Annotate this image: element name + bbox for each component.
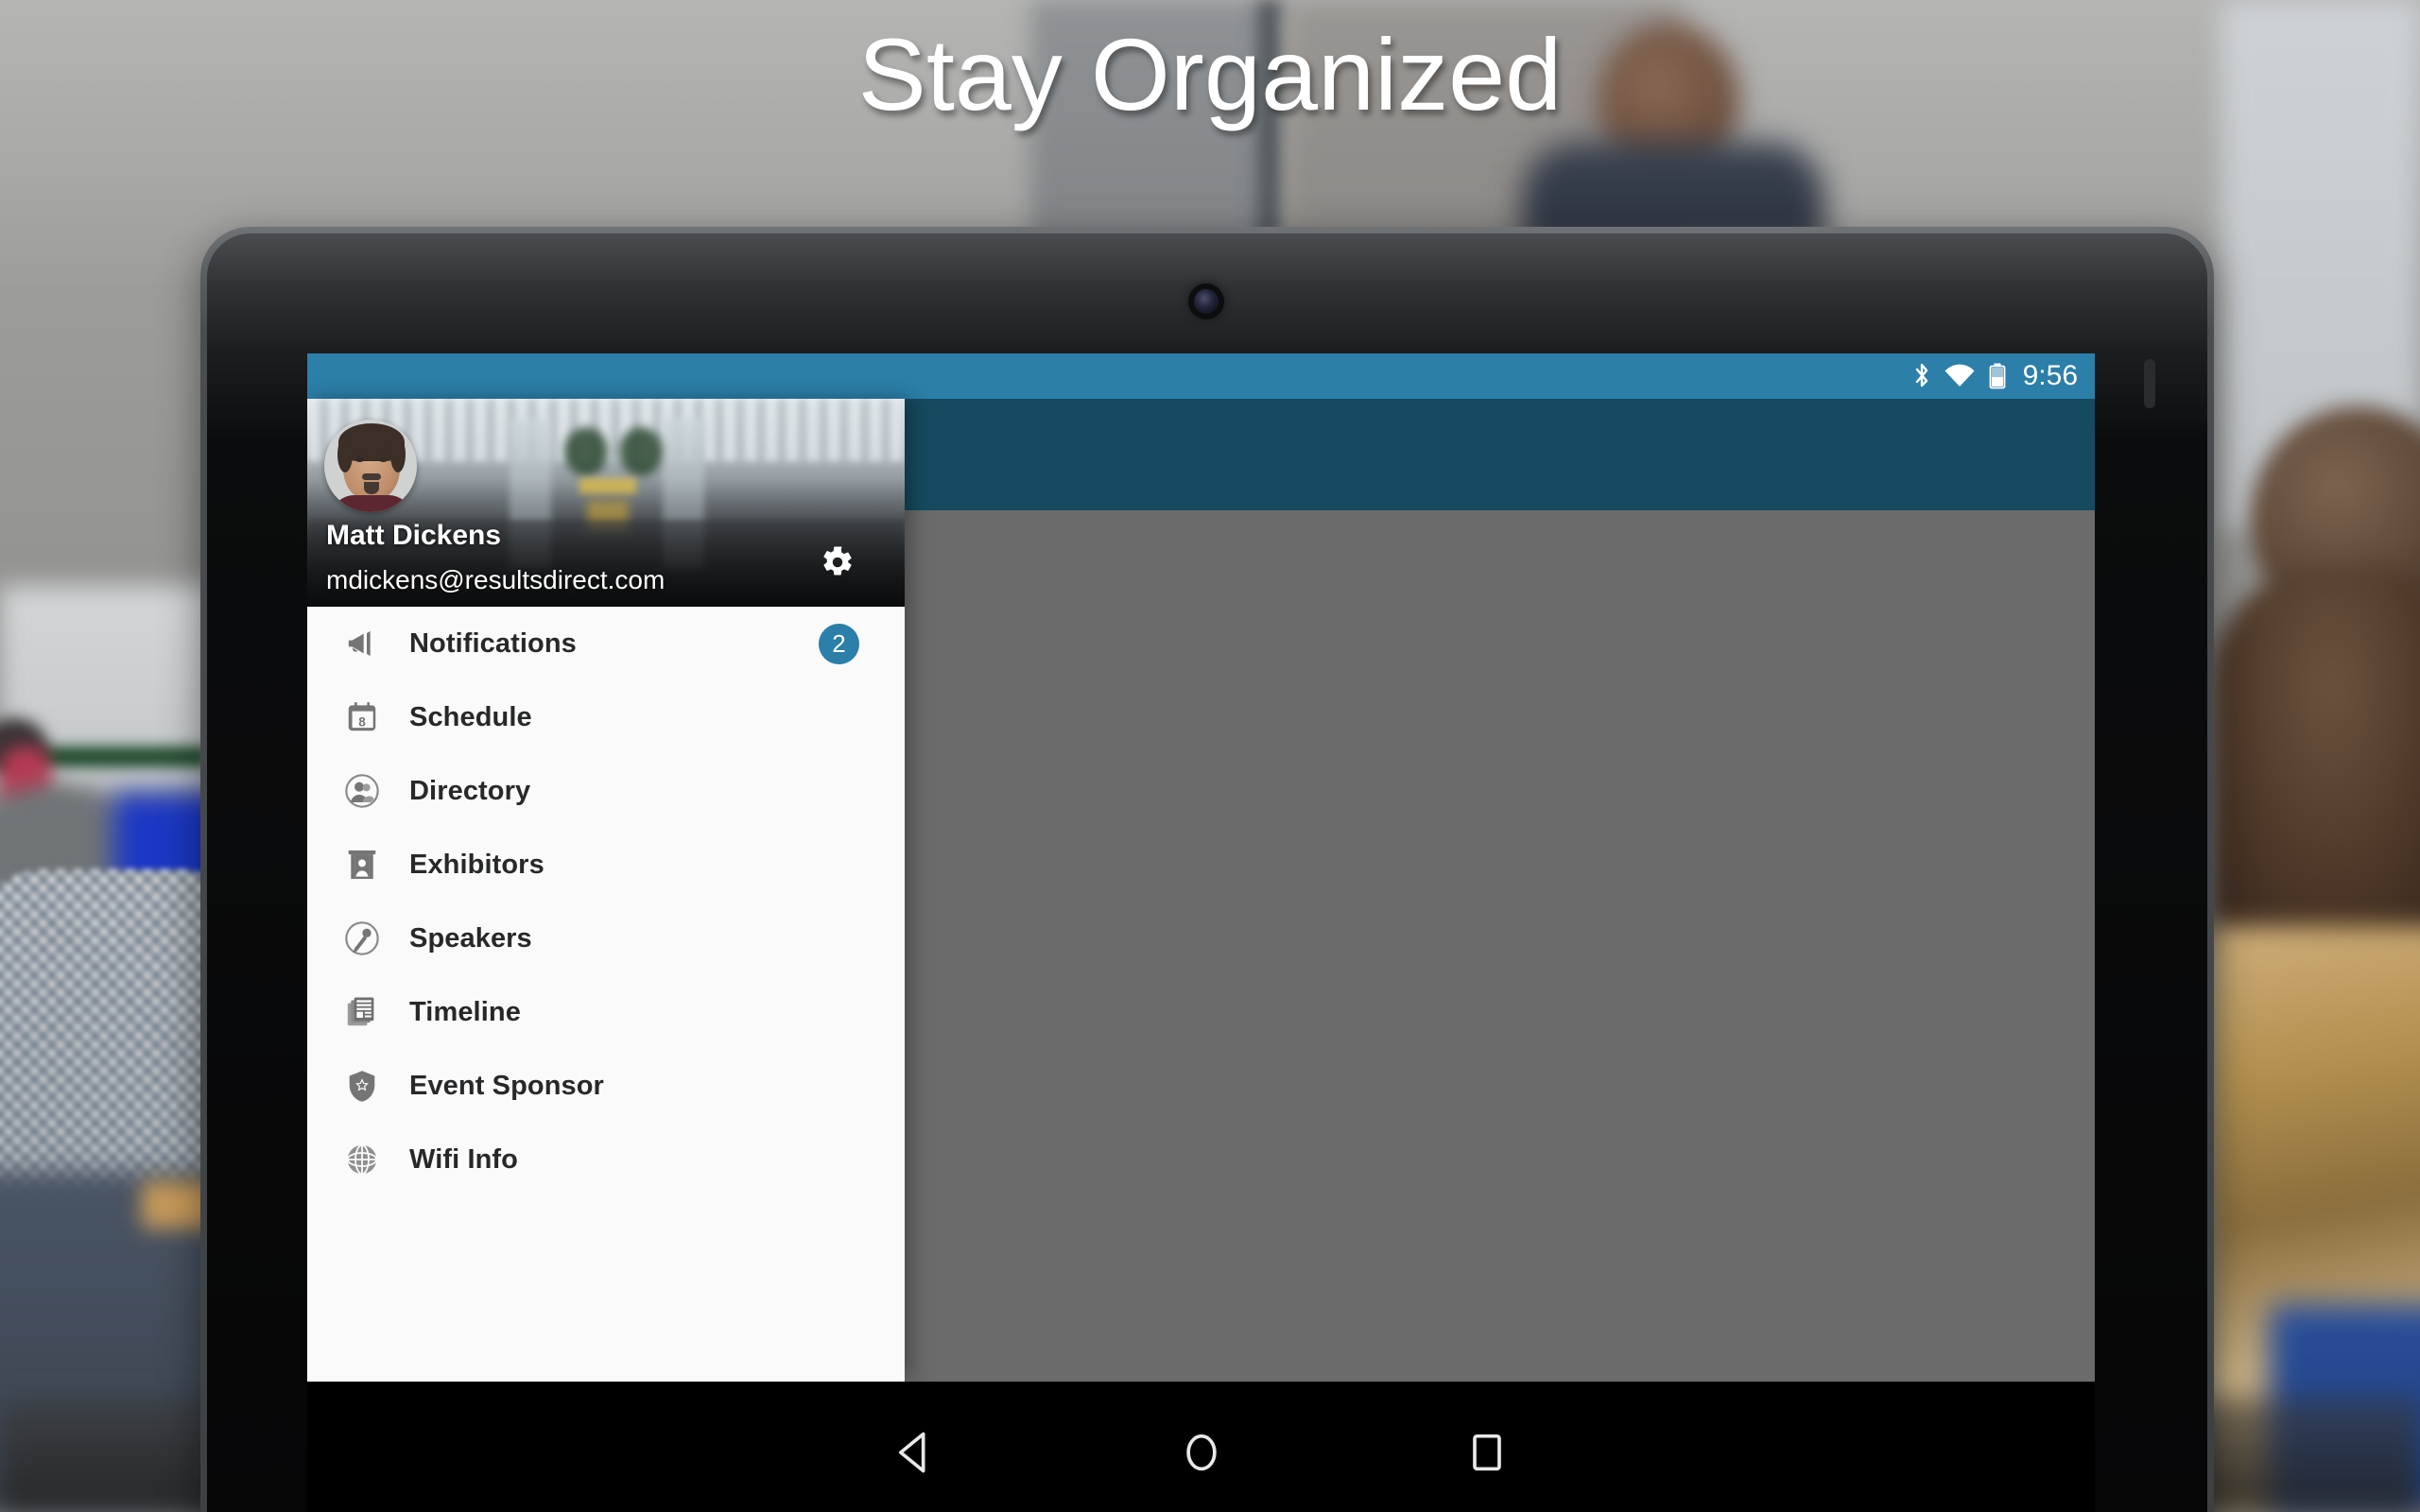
drawer-item-label: Directory (409, 775, 531, 806)
globe-icon (341, 1139, 383, 1180)
recents-square-icon[interactable] (1446, 1412, 1528, 1493)
status-bar-clock: 9:56 (2022, 360, 2078, 391)
avatar-hair-right (390, 437, 406, 472)
front-camera-icon (1194, 289, 1219, 314)
drawer-item-exhibitors[interactable]: Exhibitors (307, 828, 905, 902)
avatar-brow-right (377, 452, 389, 455)
drawer-item-label: Notifications (409, 627, 577, 659)
avatar-goatee (364, 482, 379, 494)
avatar-eye-right (379, 457, 388, 462)
wifi-icon (1944, 364, 1976, 388)
drawer-item-label: Speakers (409, 922, 532, 954)
calendar-icon: 8 (341, 696, 383, 738)
avatar-eye-left (355, 457, 364, 462)
drawer-item-speakers[interactable]: Speakers (307, 902, 905, 975)
bluetooth-icon (1912, 362, 1931, 390)
home-circle-icon[interactable] (1161, 1412, 1242, 1493)
profile-name: Matt Dickens (326, 520, 502, 551)
device-screen: rence 9:56 (307, 353, 2095, 1382)
shield-star-icon (341, 1065, 383, 1107)
drawer-item-label: Wifi Info (409, 1143, 518, 1175)
drawer-item-wifi-info[interactable]: Wifi Info (307, 1123, 905, 1196)
headline-text: Stay Organized (857, 17, 1563, 131)
drawer-menu-list: Notifications 2 8 Schedule Directory Exh… (307, 607, 905, 1196)
drawer-item-schedule[interactable]: 8 Schedule (307, 680, 905, 754)
booth-icon (341, 844, 383, 885)
bg-audience-head-two (2212, 567, 2420, 964)
screenshot-stage: Stay Organized rence (0, 0, 2420, 1512)
drawer-item-label: Exhibitors (409, 849, 544, 880)
svg-text:8: 8 (358, 715, 366, 730)
drawer-item-event-sponsor[interactable]: Event Sponsor (307, 1049, 905, 1123)
feed-icon (341, 991, 383, 1033)
microphone-icon (341, 918, 383, 959)
avatar[interactable] (324, 420, 417, 512)
avatar-shirt (330, 495, 413, 512)
drawer-item-directory[interactable]: Directory (307, 754, 905, 828)
ambient-light-sensor (2144, 359, 2155, 408)
back-triangle-icon[interactable] (874, 1412, 956, 1493)
avatar-hair-left (337, 437, 353, 472)
profile-email: mdickens@resultsdirect.com (326, 565, 666, 594)
drawer-header: Matt Dickens mdickens@resultsdirect.com (307, 399, 905, 607)
drawer-item-notifications[interactable]: Notifications 2 (307, 607, 905, 680)
drawer-item-label: Event Sponsor (409, 1070, 604, 1101)
status-bar: 9:56 (307, 353, 2095, 399)
battery-icon (1988, 362, 2007, 390)
avatar-moustache (362, 473, 381, 480)
navigation-drawer: Matt Dickens mdickens@resultsdirect.com (307, 399, 905, 1382)
megaphone-icon (341, 623, 383, 664)
gear-icon[interactable] (820, 544, 856, 580)
people-icon (341, 770, 383, 812)
android-navigation-bar (307, 1382, 2095, 1512)
drawer-item-label: Schedule (409, 701, 532, 732)
avatar-brow-left (354, 452, 366, 455)
drawer-item-label: Timeline (409, 996, 521, 1027)
notifications-badge: 2 (819, 623, 859, 664)
drawer-item-timeline[interactable]: Timeline (307, 975, 905, 1049)
